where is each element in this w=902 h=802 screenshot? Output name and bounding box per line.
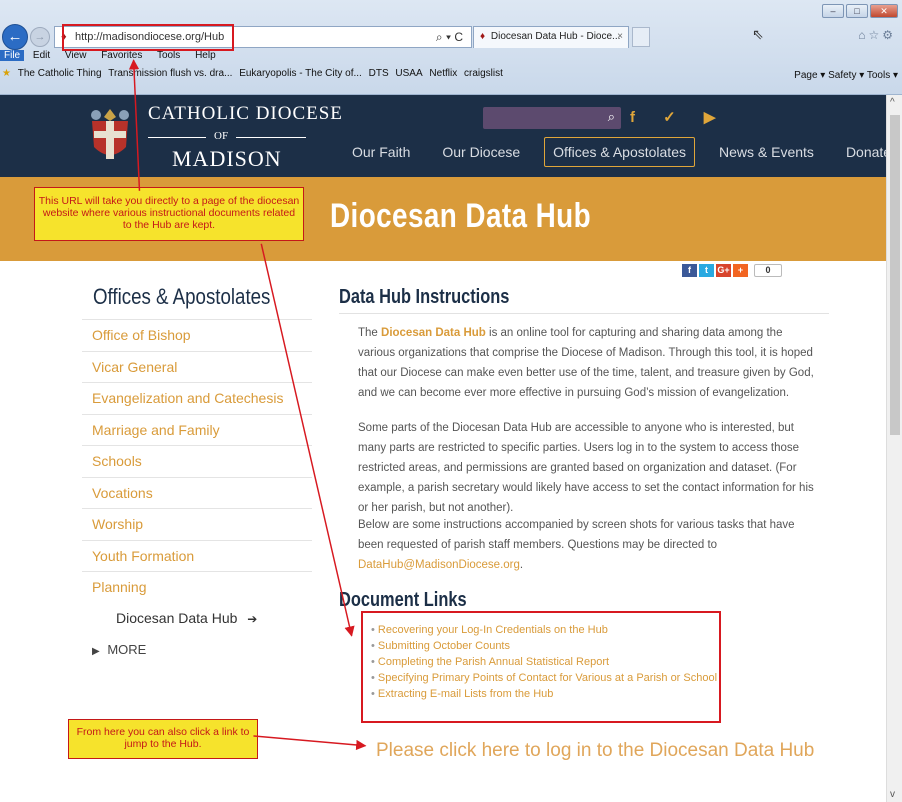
sidebar-more-label: MORE [107, 642, 147, 657]
twitter-share-button[interactable]: t [699, 264, 714, 277]
instructions-text: Below are some instructions accompanied … [358, 519, 795, 551]
main-nav: Our Faith Our Diocese Offices & Apostola… [344, 135, 886, 169]
intro-paragraph: The Diocesan Data Hub is an online tool … [358, 323, 818, 403]
favorite-link[interactable]: Transmission flush vs. dra... [108, 68, 232, 79]
logo-line2: MADISON [172, 146, 282, 171]
address-controls[interactable]: ⌕ ▾ C [436, 30, 463, 45]
mouse-cursor-icon: ⇖ [752, 26, 764, 42]
sidebar-title: Offices & Apostolates [93, 284, 271, 309]
sidebar-item-worship[interactable]: Worship [82, 508, 312, 540]
sidebar-item-office-of-bishop[interactable]: Office of Bishop [82, 319, 312, 351]
addthis-share-button[interactable]: + [733, 264, 748, 277]
intro-lead: Diocesan Data Hub [381, 327, 486, 339]
favorites-star-icon[interactable]: ★ [2, 68, 11, 79]
browser-tab[interactable]: ♦ Diocesan Data Hub - Dioce... × [473, 26, 629, 48]
page-title: Data Hub Instructions [339, 286, 510, 308]
page-scrollbar[interactable]: ^ v [886, 95, 902, 802]
arrow-left-icon: ← [7, 28, 23, 45]
favorite-link[interactable]: The Catholic Thing [18, 68, 102, 79]
tab-favicon-icon: ♦ [480, 31, 486, 42]
forward-button[interactable]: → [30, 27, 50, 47]
favorite-link[interactable]: Eukaryopolis - The City of... [239, 68, 362, 79]
sidebar-item-diocesan-data-hub[interactable]: Diocesan Data Hub ➔ [82, 603, 312, 635]
document-links-highlight-box [361, 611, 721, 723]
close-window-button[interactable]: ✕ [870, 4, 898, 18]
favorite-link[interactable]: Netflix [429, 68, 457, 79]
facebook-share-button[interactable]: f [682, 264, 697, 277]
logo-line1: CATHOLIC DIOCESE [148, 103, 343, 124]
sidebar-item-vocations[interactable]: Vocations [82, 476, 312, 509]
share-buttons: f t G+ + 0 [682, 264, 782, 277]
sidebar-item-schools[interactable]: Schools [82, 445, 312, 477]
search-icon[interactable]: ⌕ [608, 109, 615, 125]
menu-tools[interactable]: Tools [157, 50, 180, 61]
home-icon[interactable]: ⌂ [858, 28, 868, 42]
favorite-link[interactable]: USAA [395, 68, 422, 79]
login-callout: From here you can also click a link to j… [68, 719, 258, 759]
access-paragraph: Some parts of the Diocesan Data Hub are … [358, 422, 814, 514]
menu-help[interactable]: Help [195, 50, 216, 61]
maximize-button[interactable]: □ [846, 4, 868, 18]
window-controls: – □ ✕ [822, 4, 898, 18]
arrow-circle-right-icon: ➔ [247, 611, 258, 626]
back-button[interactable]: ← [2, 24, 28, 50]
arrow-right-icon: → [34, 31, 46, 43]
logo-of: OF [148, 130, 308, 144]
favorites-bar: ★ The Catholic Thing Transmission flush … [0, 68, 902, 88]
social-links[interactable]: f ✓ ▶ [630, 108, 727, 126]
command-bar-tools[interactable]: Page ▾ Safety ▾ Tools ▾ [794, 70, 898, 81]
url-highlight-box [62, 24, 234, 51]
tab-title: Diocesan Data Hub - Dioce... [490, 31, 621, 42]
scroll-up-icon[interactable]: ^ [890, 97, 895, 108]
logo-of-text: OF [214, 130, 229, 142]
divider [339, 313, 829, 314]
favorite-link[interactable]: DTS [369, 68, 389, 79]
nav-our-diocese[interactable]: Our Diocese [434, 138, 528, 166]
sidebar: Office of Bishop Vicar General Evangeliz… [82, 319, 312, 666]
contact-email-link[interactable]: DataHub@MadisonDiocese.org [358, 559, 520, 571]
browser-right-icons: ⌂☆⚙ [858, 28, 896, 42]
instructions-paragraph: Below are some instructions accompanied … [358, 515, 818, 575]
site-header: CATHOLIC DIOCESE OF MADISON ⌕ f ✓ ▶ Our … [0, 95, 886, 177]
nav-our-faith[interactable]: Our Faith [344, 138, 418, 166]
favorite-link[interactable]: craigslist [464, 68, 503, 79]
url-callout: This URL will take you directly to a pag… [34, 187, 304, 241]
menu-file[interactable]: File [0, 50, 25, 61]
login-link[interactable]: Please click here to log in to the Dioce… [376, 740, 814, 762]
triangle-right-icon: ▶ [92, 646, 100, 657]
intro-the: The [358, 327, 382, 339]
sidebar-item-evangelization[interactable]: Evangelization and Catechesis [82, 382, 312, 414]
banner-title: Diocesan Data Hub [330, 197, 592, 235]
share-count: 0 [754, 264, 782, 277]
menu-bar: File Edit View Favorites Tools Help [0, 50, 228, 64]
google-plus-share-button[interactable]: G+ [716, 264, 731, 277]
sidebar-more[interactable]: ▶ MORE [82, 634, 312, 666]
site-search-input[interactable]: ⌕ [483, 107, 621, 129]
nav-donate[interactable]: Donate [838, 138, 886, 166]
new-tab-button[interactable] [632, 27, 650, 47]
sidebar-item-planning[interactable]: Planning [82, 571, 312, 603]
star-icon[interactable]: ☆ [868, 28, 882, 42]
menu-edit[interactable]: Edit [33, 50, 50, 61]
document-links-title: Document Links [339, 589, 467, 611]
tab-close-icon[interactable]: × [617, 31, 623, 42]
scroll-down-icon[interactable]: v [890, 789, 895, 800]
sidebar-item-youth-formation[interactable]: Youth Formation [82, 539, 312, 572]
menu-favorites[interactable]: Favorites [101, 50, 142, 61]
diocese-crest-icon [91, 109, 129, 159]
nav-news-events[interactable]: News & Events [711, 138, 822, 166]
minimize-button[interactable]: – [822, 4, 844, 18]
scrollbar-thumb[interactable] [890, 115, 900, 435]
gear-icon[interactable]: ⚙ [882, 28, 896, 42]
sidebar-current-label: Diocesan Data Hub [116, 609, 238, 626]
instructions-end: . [519, 559, 524, 571]
menu-view[interactable]: View [65, 50, 87, 61]
sidebar-item-marriage-family[interactable]: Marriage and Family [82, 413, 312, 446]
nav-offices-apostolates[interactable]: Offices & Apostolates [544, 137, 695, 167]
sidebar-item-vicar-general[interactable]: Vicar General [82, 350, 312, 383]
